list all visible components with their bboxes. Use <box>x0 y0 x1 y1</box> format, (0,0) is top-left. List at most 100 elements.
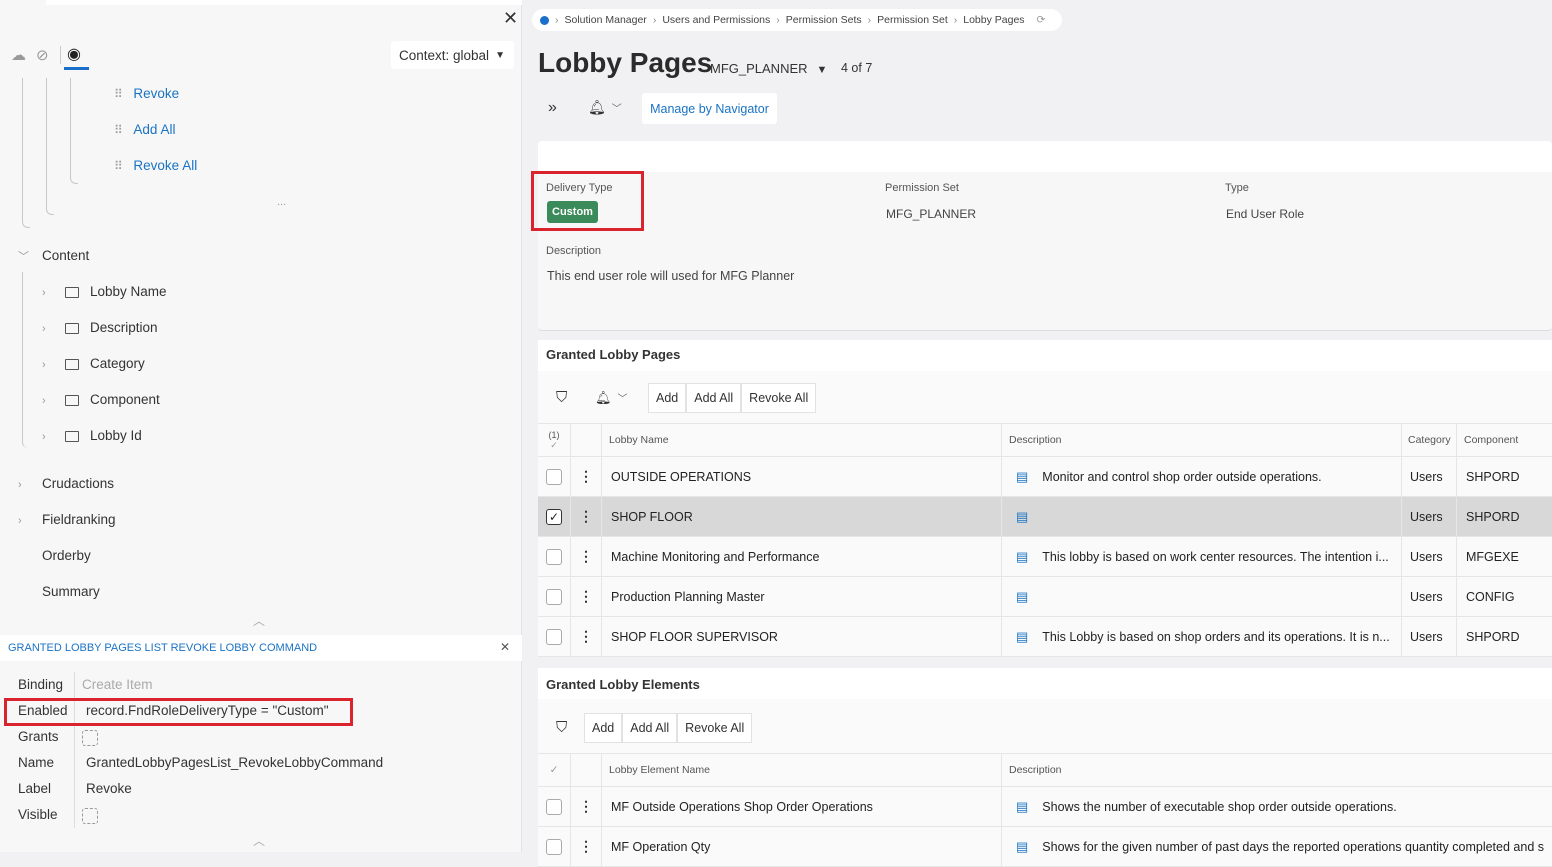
row-menu-icon[interactable]: ⋮ <box>570 497 601 536</box>
node-label: Content <box>42 248 90 263</box>
home-icon[interactable] <box>540 15 549 25</box>
row-checkbox[interactable] <box>546 588 562 605</box>
name-value[interactable]: GrantedLobbyPagesList_RevokeLobbyCommand <box>86 755 383 770</box>
breadcrumb-item[interactable]: Permission Sets <box>786 14 862 26</box>
notification-bell-icon[interactable]: 🔔︎ ﹀ <box>588 99 622 116</box>
row-checkbox[interactable] <box>546 798 562 815</box>
context-dropdown[interactable]: Context: global ▼ <box>391 41 514 69</box>
tree-node-lobby-name[interactable]: › Lobby Name <box>42 284 242 302</box>
column-header-category[interactable]: Category <box>1401 424 1456 456</box>
row-checkbox[interactable] <box>546 548 562 565</box>
document-icon[interactable]: ▤ <box>1016 589 1028 605</box>
grants-checkbox[interactable] <box>82 730 98 746</box>
table-row[interactable]: ✓ ⋮ SHOP FLOOR ▤ Users SHPORD <box>538 497 1552 537</box>
table-row[interactable]: ⋮ Production Planning Master ▤ Users CON… <box>538 577 1552 617</box>
drag-handle-icon[interactable]: ⠿ <box>114 159 123 173</box>
row-menu-icon[interactable]: ⋮ <box>570 577 601 616</box>
expand-icon[interactable]: » <box>548 99 557 117</box>
lobby-pages-table: (1) ✓ Lobby Name Description Category Com… <box>538 423 1552 657</box>
column-header-description[interactable]: Description <box>1001 754 1552 786</box>
command-label: Revoke All <box>133 158 198 173</box>
table-row[interactable]: ⋮ SHOP FLOOR SUPERVISOR ▤ This Lobby is b… <box>538 617 1552 657</box>
column-header-lobby-element-name[interactable]: Lobby Element Name <box>601 754 1001 786</box>
row-checkbox[interactable] <box>546 468 562 485</box>
drag-handle-icon[interactable]: ⠿ <box>114 123 123 137</box>
tree-node-crudactions[interactable]: › Crudactions <box>18 476 218 491</box>
active-tab-indicator <box>64 67 89 70</box>
tree-node-lobby-id[interactable]: › Lobby Id <box>42 428 242 446</box>
chevron-right-icon: › <box>18 515 22 527</box>
add-all-button[interactable]: Add All <box>622 713 678 743</box>
select-all-checkbox[interactable]: ✓ <box>538 754 570 786</box>
section-title: Granted Lobby Elements <box>546 677 700 692</box>
breadcrumb-item[interactable]: Permission Set <box>877 14 948 26</box>
tree-command-revoke-all[interactable]: ⠿ Revoke All <box>114 158 197 173</box>
row-checkbox[interactable] <box>546 628 562 645</box>
document-icon[interactable]: ▤ <box>1016 469 1028 485</box>
breadcrumb: › Solution Manager › Users and Permissions… <box>532 9 1062 31</box>
chevron-up-icon[interactable]: ︿ <box>253 612 265 629</box>
document-icon[interactable]: ▤ <box>1016 839 1028 855</box>
table-row[interactable]: ⋮ MF Outside Operations Shop Order Opera… <box>538 787 1552 827</box>
details-card <box>538 141 1552 331</box>
table-row[interactable]: ⋮ OUTSIDE OPERATIONS ▤ Monitor and contro… <box>538 457 1552 497</box>
record-selector[interactable]: MFG_PLANNER ▼ <box>710 61 827 76</box>
row-menu-icon[interactable]: ⋮ <box>570 617 601 656</box>
menu-column <box>570 424 601 456</box>
revoke-all-button[interactable]: Revoke All <box>741 383 817 413</box>
label-value[interactable]: Revoke <box>86 781 132 796</box>
column-header-description[interactable]: Description <box>1001 424 1401 456</box>
column-header-component[interactable]: Component <box>1456 424 1552 456</box>
row-checkbox[interactable]: ✓ <box>546 508 562 525</box>
table-row[interactable]: ⋮ MF Operation Qty ▤ Shows for the given … <box>538 827 1552 867</box>
refresh-icon[interactable]: ⟳ <box>1037 14 1046 26</box>
tree-node-category[interactable]: › Category <box>42 356 242 374</box>
binding-value[interactable]: Create Item <box>82 677 153 692</box>
document-icon[interactable]: ▤ <box>1016 509 1028 525</box>
chevron-up-icon[interactable]: ︿ <box>253 832 265 849</box>
more-indicator[interactable]: ... <box>277 196 286 208</box>
column-header-lobby-name[interactable]: Lobby Name <box>601 424 1001 456</box>
tree-node-content[interactable]: ﹀ Content <box>18 248 89 264</box>
tree-command-revoke[interactable]: ⠿ Revoke <box>114 86 179 101</box>
row-menu-icon[interactable]: ⋮ <box>570 457 601 496</box>
visible-checkbox[interactable] <box>82 808 98 824</box>
breadcrumb-item[interactable]: Users and Permissions <box>662 14 770 26</box>
table-row[interactable]: ⋮ Machine Monitoring and Performance ▤ Th… <box>538 537 1552 577</box>
document-icon[interactable]: ▤ <box>1016 799 1028 815</box>
chevron-right-icon: › <box>42 395 46 407</box>
tree-node-description[interactable]: › Description <box>42 320 242 338</box>
tree-command-add-all[interactable]: ⠿ Add All <box>114 122 175 137</box>
filter-icon[interactable]: ⛉ <box>556 389 567 406</box>
add-all-button[interactable]: Add All <box>686 383 742 413</box>
manage-by-navigator-button[interactable]: Manage by Navigator <box>642 93 777 124</box>
notification-bell-icon[interactable]: 🔔︎ ﹀ <box>595 390 628 406</box>
close-icon[interactable]: ✕ <box>503 8 518 29</box>
category-cell: Users <box>1401 497 1456 536</box>
row-checkbox[interactable] <box>546 838 562 855</box>
row-menu-icon[interactable]: ⋮ <box>570 537 601 576</box>
select-all-column[interactable]: (1) ✓ <box>538 424 570 456</box>
filter-icon[interactable]: ⛉ <box>556 719 567 736</box>
add-button[interactable]: Add <box>584 713 623 743</box>
tree-node-fieldranking[interactable]: › Fieldranking <box>18 512 218 527</box>
row-menu-icon[interactable]: ⋮ <box>570 787 601 826</box>
chevron-down-icon: ﹀ <box>18 251 29 263</box>
add-button[interactable]: Add <box>648 383 687 413</box>
tree-node-component[interactable]: › Component <box>42 392 242 410</box>
cloud-upload-icon[interactable]: ☁ <box>11 46 26 64</box>
tree-node-orderby[interactable]: Orderby <box>42 548 91 563</box>
tree-node-summary[interactable]: Summary <box>42 584 100 599</box>
document-icon[interactable]: ▤ <box>1016 549 1028 565</box>
drag-handle-icon[interactable]: ⠿ <box>114 87 123 101</box>
document-icon[interactable]: ▤ <box>1016 629 1028 645</box>
row-menu-icon[interactable]: ⋮ <box>570 827 601 866</box>
close-icon[interactable]: ✕ <box>500 640 510 654</box>
cloud-off-icon[interactable]: ⊘ <box>36 46 49 64</box>
revoke-all-button[interactable]: Revoke All <box>677 713 753 743</box>
breadcrumb-item[interactable]: Lobby Pages <box>963 14 1024 26</box>
eye-icon[interactable]: ◉ <box>67 44 81 64</box>
breadcrumb-item[interactable]: Solution Manager <box>565 14 647 26</box>
description-cell: This Lobby is based on shop orders and i… <box>1042 629 1390 644</box>
lobby-name-cell: Machine Monitoring and Performance <box>601 537 1001 576</box>
